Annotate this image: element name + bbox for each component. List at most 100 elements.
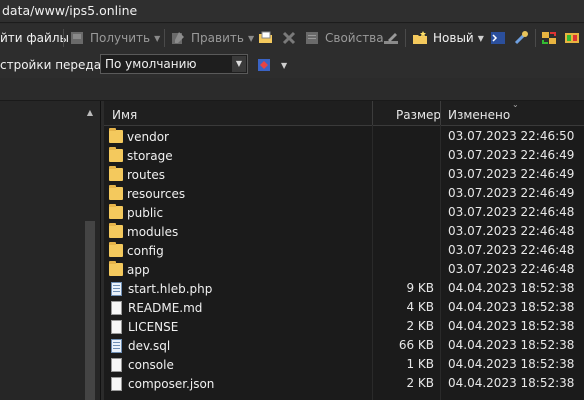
file-name: public — [127, 205, 164, 220]
file-name: resources — [127, 186, 186, 201]
toolbar-divider — [63, 29, 64, 47]
rename-button[interactable] — [383, 24, 404, 52]
folder-icon — [109, 223, 123, 238]
file-size — [372, 241, 434, 260]
table-row[interactable]: dev.sql 66 KB 04.04.2023 18:52:38 — [104, 336, 584, 355]
file-modified: 04.04.2023 18:52:38 — [448, 376, 575, 390]
tree-scrollbar[interactable]: ▲ — [83, 106, 97, 400]
column-size[interactable]: Размер — [396, 101, 441, 125]
folder-icon — [109, 185, 123, 200]
file-name-cell: routes — [109, 165, 165, 184]
upload-button[interactable]: йти файлы — [0, 24, 69, 52]
file-size — [372, 184, 434, 203]
file-size: 66 KB — [398, 338, 434, 352]
column-modified[interactable]: Изменено — [448, 101, 510, 125]
file-name: start.hleb.php — [128, 281, 213, 296]
folder-icon — [109, 261, 123, 276]
folder-icon — [109, 242, 123, 257]
table-row[interactable]: storage 03.07.2023 22:46:49 — [104, 146, 584, 165]
chevron-up-icon[interactable]: ▲ — [83, 106, 97, 120]
table-row[interactable]: routes 03.07.2023 22:46:49 — [104, 165, 584, 184]
chevron-down-icon[interactable]: ▼ — [248, 34, 254, 43]
transfer-toolbar: стройки передачи ▼ — [0, 52, 584, 78]
file-name: modules — [127, 224, 179, 239]
table-row[interactable]: console 1 KB 04.04.2023 18:52:38 — [104, 355, 584, 374]
pencil-icon — [383, 30, 399, 46]
column-divider[interactable] — [440, 101, 441, 125]
toolbar-divider — [164, 29, 165, 47]
file-size: 2 KB — [406, 319, 434, 333]
transfer-presets-button[interactable]: ▼ — [256, 52, 287, 78]
chevron-down-icon[interactable]: ▼ — [281, 61, 287, 70]
edit-button[interactable]: Править ▼ — [170, 24, 254, 52]
column-name[interactable]: Имя — [112, 101, 137, 125]
file-name-cell: console — [109, 355, 174, 374]
properties-button[interactable]: Свойства — [304, 24, 384, 52]
file-size: 4 KB — [406, 300, 434, 314]
new-button[interactable]: Новый ▼ — [412, 24, 484, 52]
compare-button[interactable] — [564, 24, 584, 52]
table-row[interactable]: public 03.07.2023 22:46:48 — [104, 203, 584, 222]
chevron-down-icon[interactable]: ▼ — [478, 34, 484, 43]
file-name: storage — [127, 148, 173, 163]
file-icon — [111, 300, 122, 315]
file-size: 2 KB — [406, 376, 434, 390]
current-path: data/www/ips5.online — [2, 3, 138, 18]
file-name-cell: config — [109, 241, 164, 260]
download-button[interactable]: Получить ▼ — [69, 24, 160, 52]
file-size — [372, 146, 434, 165]
properties-icon — [304, 30, 320, 46]
chevron-down-icon[interactable]: ▼ — [154, 34, 160, 43]
compare-icon — [564, 30, 580, 46]
terminal-button[interactable] — [490, 24, 511, 52]
open-folder-button[interactable] — [258, 24, 279, 52]
transfer-settings-label: стройки передачи — [0, 52, 116, 78]
table-row[interactable]: start.hleb.php 9 KB 04.04.2023 18:52:38 — [104, 279, 584, 298]
new-label: Новый — [433, 31, 474, 45]
file-icon — [111, 376, 122, 391]
upload-label: йти файлы — [0, 31, 69, 45]
file-name: routes — [127, 167, 165, 182]
sync-folders-icon — [541, 30, 557, 46]
file-name: app — [127, 262, 150, 277]
file-name: config — [127, 243, 164, 258]
transfer-settings-select[interactable]: По умолчанию ▼ — [100, 54, 248, 74]
scroll-thumb[interactable] — [85, 221, 95, 400]
delete-button[interactable] — [281, 24, 302, 52]
file-modified: 04.04.2023 18:52:38 — [448, 300, 575, 314]
file-rows: vendor 03.07.2023 22:46:50 storage 03.07.20… — [104, 127, 584, 393]
file-size — [372, 127, 434, 146]
file-size — [372, 260, 434, 279]
file-modified: 03.07.2023 22:46:49 — [448, 186, 575, 200]
sync-browse-button[interactable] — [541, 24, 562, 52]
file-name-cell: vendor — [109, 127, 169, 146]
table-row[interactable]: app 03.07.2023 22:46:48 — [104, 260, 584, 279]
table-row[interactable]: composer.json 2 KB 04.04.2023 18:52:38 — [104, 374, 584, 393]
file-name: vendor — [127, 129, 169, 144]
file-modified: 03.07.2023 22:46:49 — [448, 167, 575, 181]
new-folder-icon — [412, 30, 428, 46]
file-size — [372, 222, 434, 241]
chevron-down-icon[interactable]: ▼ — [232, 56, 246, 72]
column-divider[interactable] — [372, 101, 373, 125]
file-modified: 03.07.2023 22:46:48 — [448, 262, 575, 276]
file-name-cell: start.hleb.php — [109, 279, 212, 298]
table-row[interactable]: config 03.07.2023 22:46:48 — [104, 241, 584, 260]
file-list[interactable]: Имя Размер Изменено ⌄ vendor 03.07.2023 2… — [104, 100, 584, 400]
path-bar[interactable]: data/www/ips5.online — [0, 0, 584, 23]
file-modified: 03.07.2023 22:46:48 — [448, 224, 575, 238]
table-row[interactable]: resources 03.07.2023 22:46:49 — [104, 184, 584, 203]
file-name: console — [128, 357, 174, 372]
settings-button[interactable] — [513, 24, 534, 52]
file-icon — [111, 319, 122, 334]
table-row[interactable]: README.md 4 KB 04.04.2023 18:52:38 — [104, 298, 584, 317]
table-row[interactable]: LICENSE 2 KB 04.04.2023 18:52:38 — [104, 317, 584, 336]
file-name-cell: LICENSE — [109, 317, 178, 336]
delete-icon — [281, 30, 297, 46]
table-row[interactable]: vendor 03.07.2023 22:46:50 — [104, 127, 584, 146]
folder-icon — [109, 128, 123, 143]
file-name: dev.sql — [128, 338, 171, 353]
file-name: LICENSE — [128, 319, 179, 334]
file-name-cell: dev.sql — [109, 336, 170, 355]
table-row[interactable]: modules 03.07.2023 22:46:48 — [104, 222, 584, 241]
